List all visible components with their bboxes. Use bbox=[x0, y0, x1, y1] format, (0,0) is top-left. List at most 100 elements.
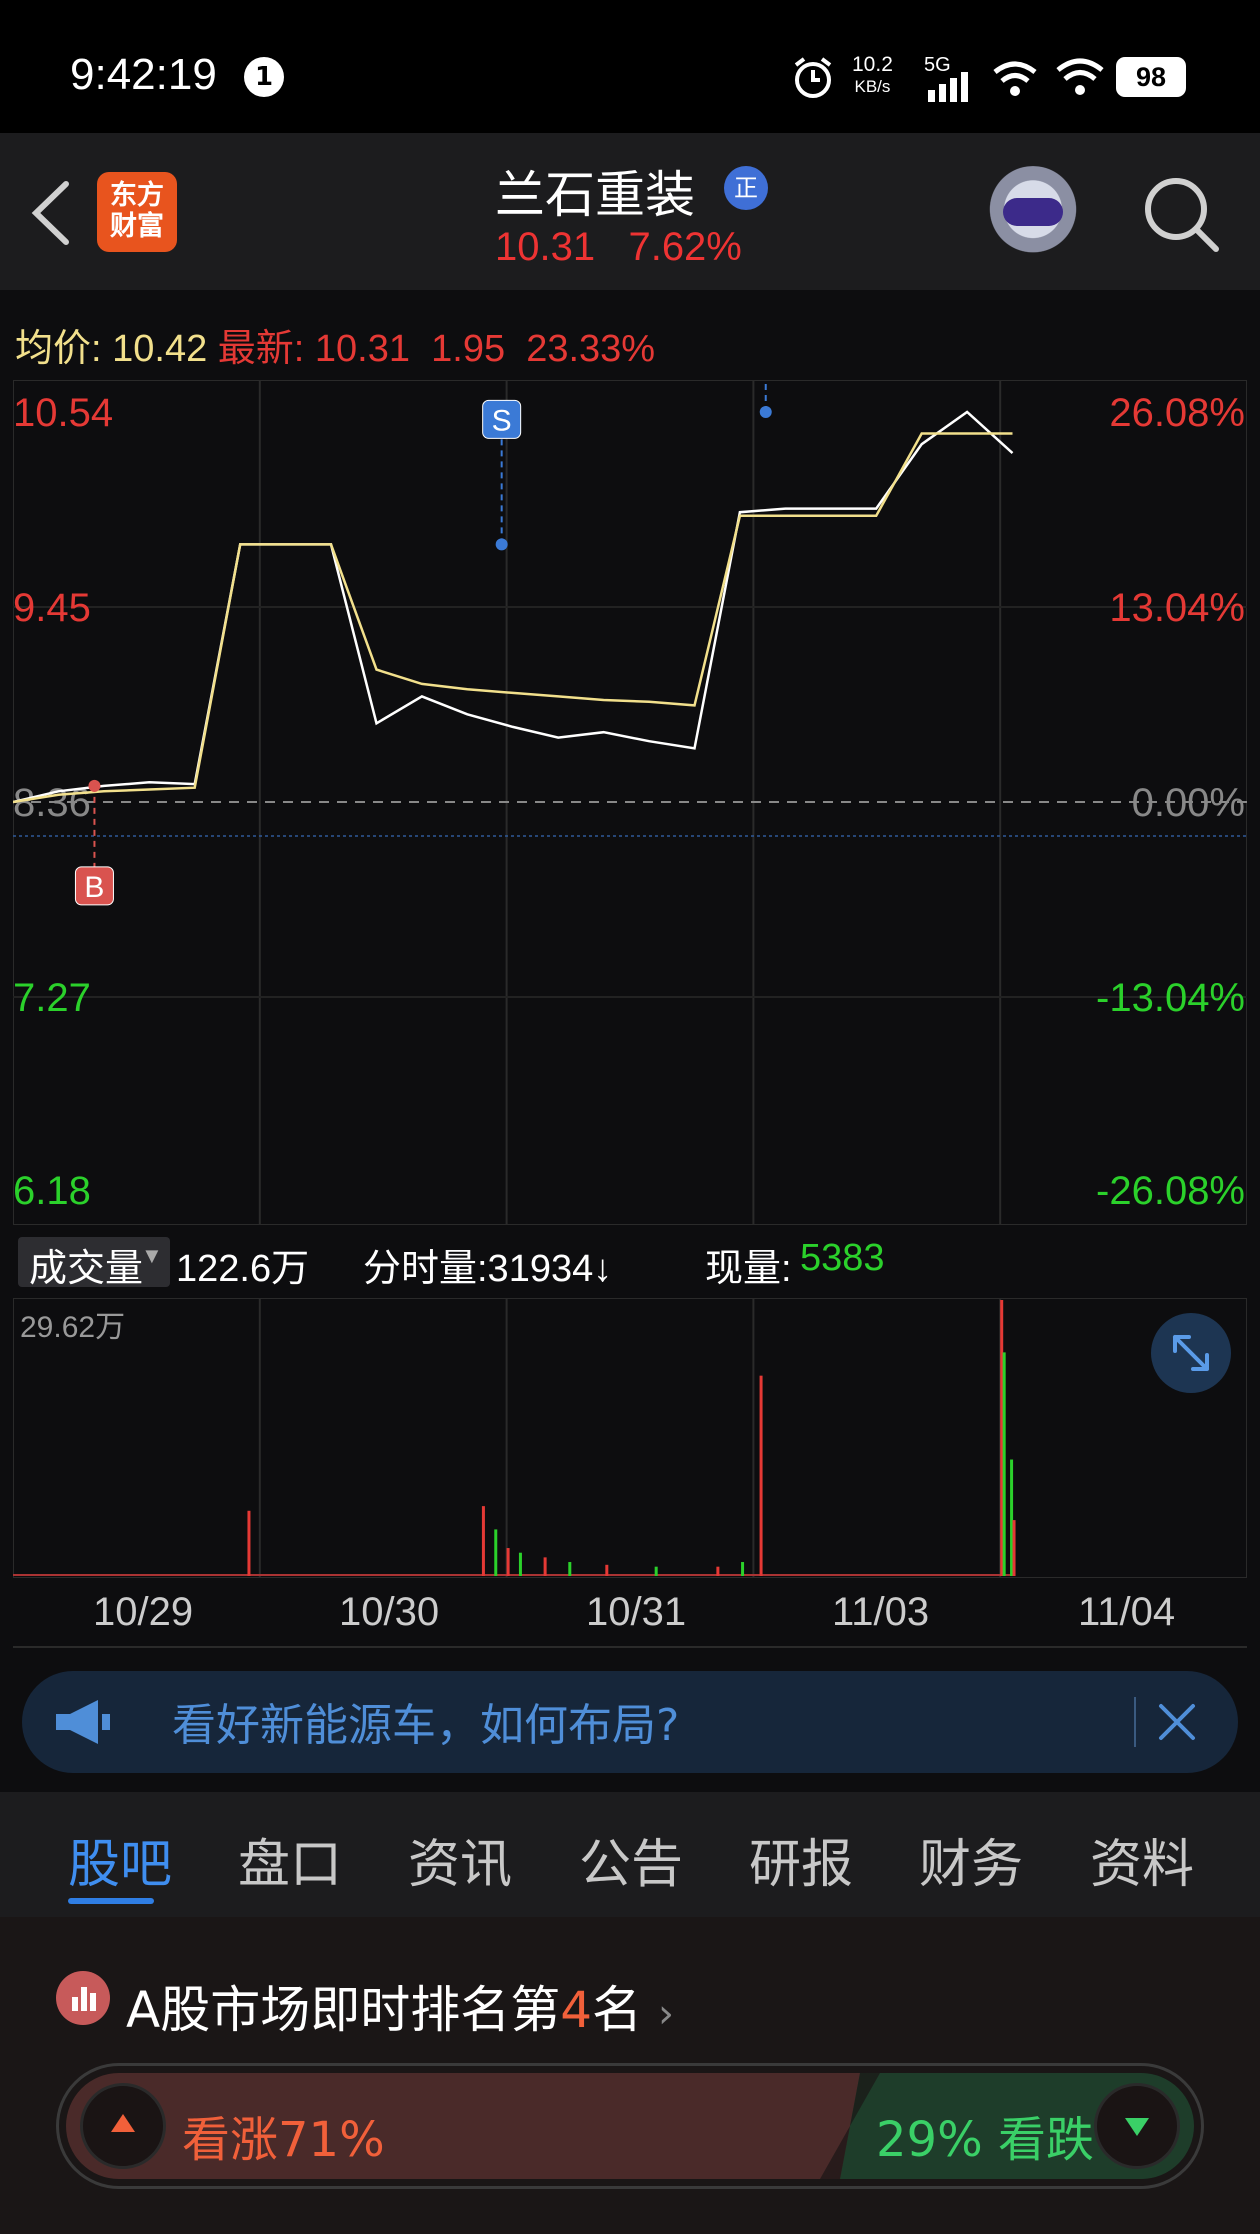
tick-volume: 分时量:31934↓ bbox=[363, 1248, 613, 1290]
marker-dot bbox=[88, 779, 101, 792]
expand-chart-button[interactable] bbox=[1151, 1313, 1231, 1393]
price-chart[interactable]: 10.54 26.08%9.45 13.04%8.36 0.00%7.27 -13.04… bbox=[13, 380, 1247, 1225]
close-icon[interactable] bbox=[1155, 1700, 1199, 1744]
ranking-number: 4 bbox=[560, 1981, 593, 2039]
marker-dot bbox=[495, 538, 508, 551]
y-tick-right: 13.04% bbox=[1109, 586, 1245, 630]
tab-news[interactable]: 资讯 bbox=[408, 1822, 512, 1897]
triangle-down-icon bbox=[1125, 2118, 1149, 2136]
triangle-up-icon bbox=[111, 2114, 135, 2132]
y-tick-right: -26.08% bbox=[1096, 1169, 1245, 1213]
search-icon[interactable] bbox=[1142, 175, 1222, 255]
header-price: 10.31 bbox=[495, 225, 596, 269]
tab-pankou[interactable]: 盘口 bbox=[238, 1822, 342, 1897]
alarm-icon bbox=[794, 57, 832, 98]
tab-guba[interactable]: 股吧 bbox=[68, 1822, 172, 1897]
vote-split-slant bbox=[820, 2073, 880, 2179]
marker-label: S bbox=[492, 404, 512, 437]
market-ranking-link[interactable]: A股市场即时排名第4名 › bbox=[126, 1970, 674, 2042]
volume-bar bbox=[518, 1552, 522, 1576]
y-tick-left: 6.18 bbox=[13, 1169, 91, 1213]
latest-price: 10.31 bbox=[314, 328, 410, 370]
volume-bar bbox=[741, 1562, 745, 1576]
volume-selector-label: 成交量 bbox=[29, 1248, 144, 1290]
latest-pct: 23.33% bbox=[526, 328, 656, 370]
volume-bar bbox=[568, 1562, 572, 1576]
banner-divider bbox=[1134, 1697, 1136, 1747]
y-tick-left: 9.45 bbox=[13, 586, 91, 630]
back-arrow-icon[interactable] bbox=[26, 178, 76, 248]
status-time: 9:42:19 bbox=[70, 50, 217, 99]
date-label: 11/03 bbox=[832, 1590, 930, 1634]
header-price-line: 10.31 7.62% bbox=[495, 225, 742, 270]
banner-text: 看好新能源车，如何布局? bbox=[172, 1700, 680, 1751]
net-speed-unit: KB/s bbox=[854, 77, 891, 96]
marker-dot bbox=[759, 406, 772, 418]
date-label: 10/29 bbox=[93, 1590, 194, 1634]
logo-line2: 财富 bbox=[110, 211, 164, 242]
avg-value: 10.42 bbox=[112, 328, 208, 370]
latest-change: 1.95 bbox=[431, 328, 506, 370]
ranking-chart-icon bbox=[56, 1971, 110, 2025]
volume-bar bbox=[716, 1566, 720, 1576]
volume-bar bbox=[1002, 1352, 1006, 1576]
date-axis: 10/29 10/30 10/31 11/03 11/04 bbox=[0, 1590, 1260, 1640]
vote-down-button[interactable] bbox=[1094, 2083, 1180, 2169]
ranking-suffix: 名 bbox=[592, 1981, 643, 2039]
y-tick-left: 7.27 bbox=[13, 976, 91, 1020]
header-change-pct: 7.62% bbox=[628, 225, 742, 269]
wifi-icon bbox=[1056, 58, 1104, 95]
vote-up-label: 看涨71% bbox=[182, 2112, 385, 2168]
vote-up-button[interactable] bbox=[80, 2083, 166, 2169]
volume-bar bbox=[494, 1529, 498, 1576]
volume-chart[interactable] bbox=[13, 1298, 1247, 1578]
tab-research[interactable]: 研报 bbox=[749, 1822, 853, 1897]
chevron-down-icon: ▼ bbox=[141, 1243, 163, 1268]
vote-down-label: 29% 看跌 bbox=[876, 2112, 1094, 2168]
chevron-right-icon: › bbox=[657, 1991, 674, 2037]
volume-total: 122.6万 bbox=[176, 1248, 310, 1290]
divider bbox=[13, 1646, 1247, 1648]
notification-badge: 1 bbox=[244, 57, 284, 97]
volume-bar bbox=[759, 1375, 763, 1576]
wifi-alt-icon bbox=[993, 61, 1037, 96]
net-speed-value: 10.2 bbox=[852, 53, 893, 76]
y-tick-left: 10.54 bbox=[13, 391, 113, 435]
volume-frame bbox=[13, 1298, 1247, 1578]
marker-label: B bbox=[84, 871, 104, 904]
volume-bar bbox=[506, 1548, 510, 1576]
volume-bar bbox=[543, 1557, 547, 1576]
tab-profile[interactable]: 资料 bbox=[1090, 1822, 1194, 1897]
volume-bar bbox=[605, 1564, 609, 1576]
y-tick-right: -13.04% bbox=[1096, 976, 1245, 1020]
battery-level: 98 bbox=[1116, 57, 1186, 97]
tab-announcements[interactable]: 公告 bbox=[579, 1822, 683, 1897]
avg-label: 均价: bbox=[15, 328, 102, 370]
volume-max-label: 29.62万 bbox=[20, 1311, 126, 1344]
assistant-face-icon bbox=[1003, 198, 1063, 226]
tab-finance[interactable]: 财务 bbox=[919, 1822, 1023, 1897]
megaphone-icon bbox=[56, 1700, 110, 1744]
date-label: 10/30 bbox=[339, 1590, 440, 1634]
y-tick-right: 26.08% bbox=[1109, 391, 1245, 435]
expand-icon bbox=[1173, 1335, 1209, 1371]
volume-bar bbox=[481, 1506, 485, 1576]
latest-label: 最新: bbox=[217, 328, 305, 370]
current-volume-value: 5383 bbox=[800, 1237, 885, 1279]
volume-bar bbox=[247, 1510, 251, 1576]
volume-bar bbox=[1012, 1520, 1016, 1576]
volume-info-bar: 成交量 ▼ 122.6万 分时量:31934↓ 现量: 5383 bbox=[13, 1237, 1253, 1297]
app-logo[interactable]: 东方 财富 bbox=[97, 172, 177, 252]
net-speed: 10.2 KB/s bbox=[852, 54, 893, 98]
date-label: 11/04 bbox=[1078, 1590, 1176, 1634]
current-volume-label: 现量: bbox=[705, 1248, 792, 1290]
y-tick-right: 0.00% bbox=[1132, 781, 1245, 825]
date-label: 10/31 bbox=[586, 1590, 687, 1634]
volume-bar bbox=[654, 1566, 658, 1576]
price-info-line: 均价: 10.42 最新: 10.31 1.95 23.33% bbox=[15, 317, 655, 372]
active-tab-indicator bbox=[68, 1898, 154, 1904]
ranking-prefix: A股市场即时排名第 bbox=[126, 1981, 561, 2039]
verified-badge: 正 bbox=[724, 166, 768, 210]
cell-signal-icon bbox=[928, 72, 968, 102]
stock-name: 兰石重装 bbox=[495, 166, 695, 224]
